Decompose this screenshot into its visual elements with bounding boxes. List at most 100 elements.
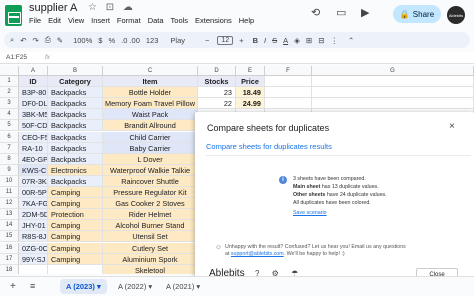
paint-format-icon[interactable]: ✎ (57, 36, 63, 45)
table-cell[interactable]: 18.49 (236, 87, 265, 99)
empty-cell[interactable] (265, 87, 312, 99)
comment-icon[interactable]: ▭ (336, 6, 346, 19)
table-cell[interactable]: 4E0-GP (19, 153, 48, 165)
table-cell[interactable]: Waterproof Walkie Talkie (103, 164, 198, 176)
table-cell[interactable]: 0ZG-0C (19, 242, 48, 254)
column-header-f[interactable]: F (265, 66, 312, 76)
table-cell[interactable]: 7KA-FG (19, 198, 48, 210)
zoom-select[interactable]: 100% (73, 36, 92, 45)
sheets-logo-icon[interactable] (5, 5, 22, 26)
table-cell[interactable]: Baby Carrier (103, 142, 198, 154)
table-cell[interactable]: Pressure Regulator Kit (103, 187, 198, 199)
row-header[interactable]: 12 (0, 198, 19, 210)
table-cell[interactable]: 2DM-5D (19, 209, 48, 221)
table-cell[interactable]: KWS-CF (19, 164, 48, 176)
header-cell[interactable]: Price (236, 76, 265, 88)
table-cell[interactable] (19, 264, 48, 274)
row-header[interactable]: 9 (0, 164, 19, 176)
empty-cell[interactable] (265, 76, 312, 88)
table-cell[interactable]: Backpacks (48, 142, 103, 154)
table-cell[interactable]: Backpacks (48, 120, 103, 132)
text-color-button[interactable]: A (283, 36, 288, 45)
print-icon[interactable]: ⎙ (45, 35, 51, 45)
strikethrough-button[interactable]: S (272, 36, 277, 45)
font-select[interactable]: Play (170, 36, 185, 45)
table-cell[interactable]: Alcohol Burner Stand (103, 220, 198, 232)
fill-color-icon[interactable]: ◈ (294, 36, 300, 45)
more-icon[interactable]: ⋮ (331, 36, 339, 45)
table-cell[interactable]: Electronics (48, 164, 103, 176)
percent-button[interactable]: % (108, 36, 115, 45)
menu-insert[interactable]: Insert (91, 16, 110, 25)
star-move-cloud-icons[interactable]: ☆ ⊡ ☁ (88, 2, 136, 13)
table-cell[interactable]: Memory Foam Travel Pillow (103, 98, 198, 110)
sheet-tab[interactable]: A (2022) ▾ (112, 279, 158, 294)
font-size-input[interactable]: 12 (217, 35, 234, 45)
menu-file[interactable]: File (29, 16, 41, 25)
header-cell[interactable]: Stocks (198, 76, 236, 88)
table-cell[interactable]: Camping (48, 220, 103, 232)
table-cell[interactable]: 50F-CD (19, 120, 48, 132)
italic-button[interactable]: I (264, 36, 266, 45)
table-cell[interactable]: Protection (48, 209, 103, 221)
row-header[interactable]: 14 (0, 220, 19, 232)
empty-cell[interactable] (312, 98, 474, 110)
table-cell[interactable]: Backpacks (48, 153, 103, 165)
table-cell[interactable]: 07R-3K (19, 175, 48, 187)
avatar[interactable]: Ablebits (447, 6, 465, 24)
column-header-a[interactable]: A (19, 66, 48, 76)
table-cell[interactable]: Camping (48, 242, 103, 254)
table-cell[interactable]: Cutlery Set (103, 242, 198, 254)
table-cell[interactable]: Child Carrier (103, 131, 198, 143)
empty-cell[interactable] (312, 76, 474, 88)
decimal-buttons[interactable]: .0 .00 (121, 36, 140, 45)
table-cell[interactable]: Skeletool (103, 264, 198, 274)
table-cell[interactable]: 24.99 (236, 98, 265, 110)
video-call-icon[interactable]: ▶ (361, 6, 369, 19)
table-cell[interactable]: Raincover Shuttle (103, 175, 198, 187)
menu-extensions[interactable]: Extensions (195, 16, 232, 25)
borders-icon[interactable]: ⊞ (306, 36, 312, 45)
column-header-e[interactable]: E (236, 66, 265, 76)
row-header[interactable]: 4 (0, 109, 19, 121)
header-cell[interactable]: ID (19, 76, 48, 88)
column-header-g[interactable]: G (312, 66, 474, 76)
table-cell[interactable]: RA-10 (19, 142, 48, 154)
row-header[interactable]: 2 (0, 87, 19, 99)
save-scenario-link[interactable]: Save scenario (293, 209, 463, 217)
row-header[interactable]: 13 (0, 209, 19, 221)
row-header[interactable]: 11 (0, 187, 19, 199)
table-cell[interactable]: Backpacks (48, 131, 103, 143)
table-cell[interactable]: JHY-01 (19, 220, 48, 232)
table-cell[interactable]: 3BK-M5 (19, 109, 48, 121)
empty-cell[interactable] (265, 98, 312, 110)
number-format-button[interactable]: 123 (146, 36, 159, 45)
table-cell[interactable]: L Dover (103, 153, 198, 165)
column-header-b[interactable]: B (48, 66, 103, 76)
table-cell[interactable]: Camping (48, 187, 103, 199)
collapse-toolbar-icon[interactable]: ⌃ (348, 36, 354, 45)
column-header-d[interactable]: D (198, 66, 236, 76)
table-cell[interactable]: B3P-80 (19, 87, 48, 99)
results-tab-link[interactable]: Compare sheets for duplicates results (206, 142, 332, 151)
history-icon[interactable]: ⟲ (311, 6, 320, 19)
decrease-font-icon[interactable]: − (205, 36, 209, 45)
table-cell[interactable] (48, 264, 103, 274)
empty-cell[interactable] (312, 87, 474, 99)
redo-icon[interactable]: ↷ (33, 36, 39, 45)
column-header-c[interactable]: C (103, 66, 198, 76)
share-button[interactable]: 🔒 Share (393, 5, 441, 23)
merge-icon[interactable]: ⊟ (318, 36, 324, 45)
currency-button[interactable]: $ (98, 36, 102, 45)
menu-data[interactable]: Data (148, 16, 164, 25)
table-cell[interactable]: Brandit Allround (103, 120, 198, 132)
support-email-link[interactable]: support@ablebits.com (231, 251, 284, 257)
menu-view[interactable]: View (68, 16, 84, 25)
table-cell[interactable]: 00R-5P (19, 187, 48, 199)
undo-icon[interactable]: ↶ (20, 36, 26, 45)
table-cell[interactable]: 99Y-SJ (19, 253, 48, 265)
document-title[interactable]: supplier A (29, 2, 77, 14)
table-cell[interactable]: Aluminium Spork (103, 253, 198, 265)
row-header[interactable]: 8 (0, 153, 19, 165)
header-cell[interactable]: Item (103, 76, 198, 88)
